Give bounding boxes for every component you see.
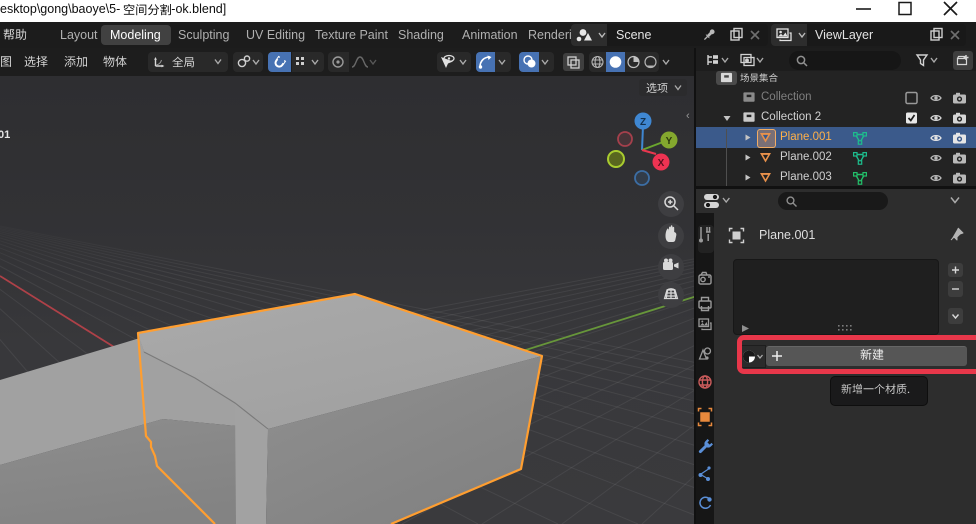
svg-text:Z: Z — [640, 117, 646, 128]
svg-text:‹: ‹ — [686, 110, 690, 122]
svg-text:X: X — [658, 158, 665, 169]
svg-text:Y: Y — [666, 136, 673, 147]
svg-text:01: 01 — [0, 129, 10, 141]
